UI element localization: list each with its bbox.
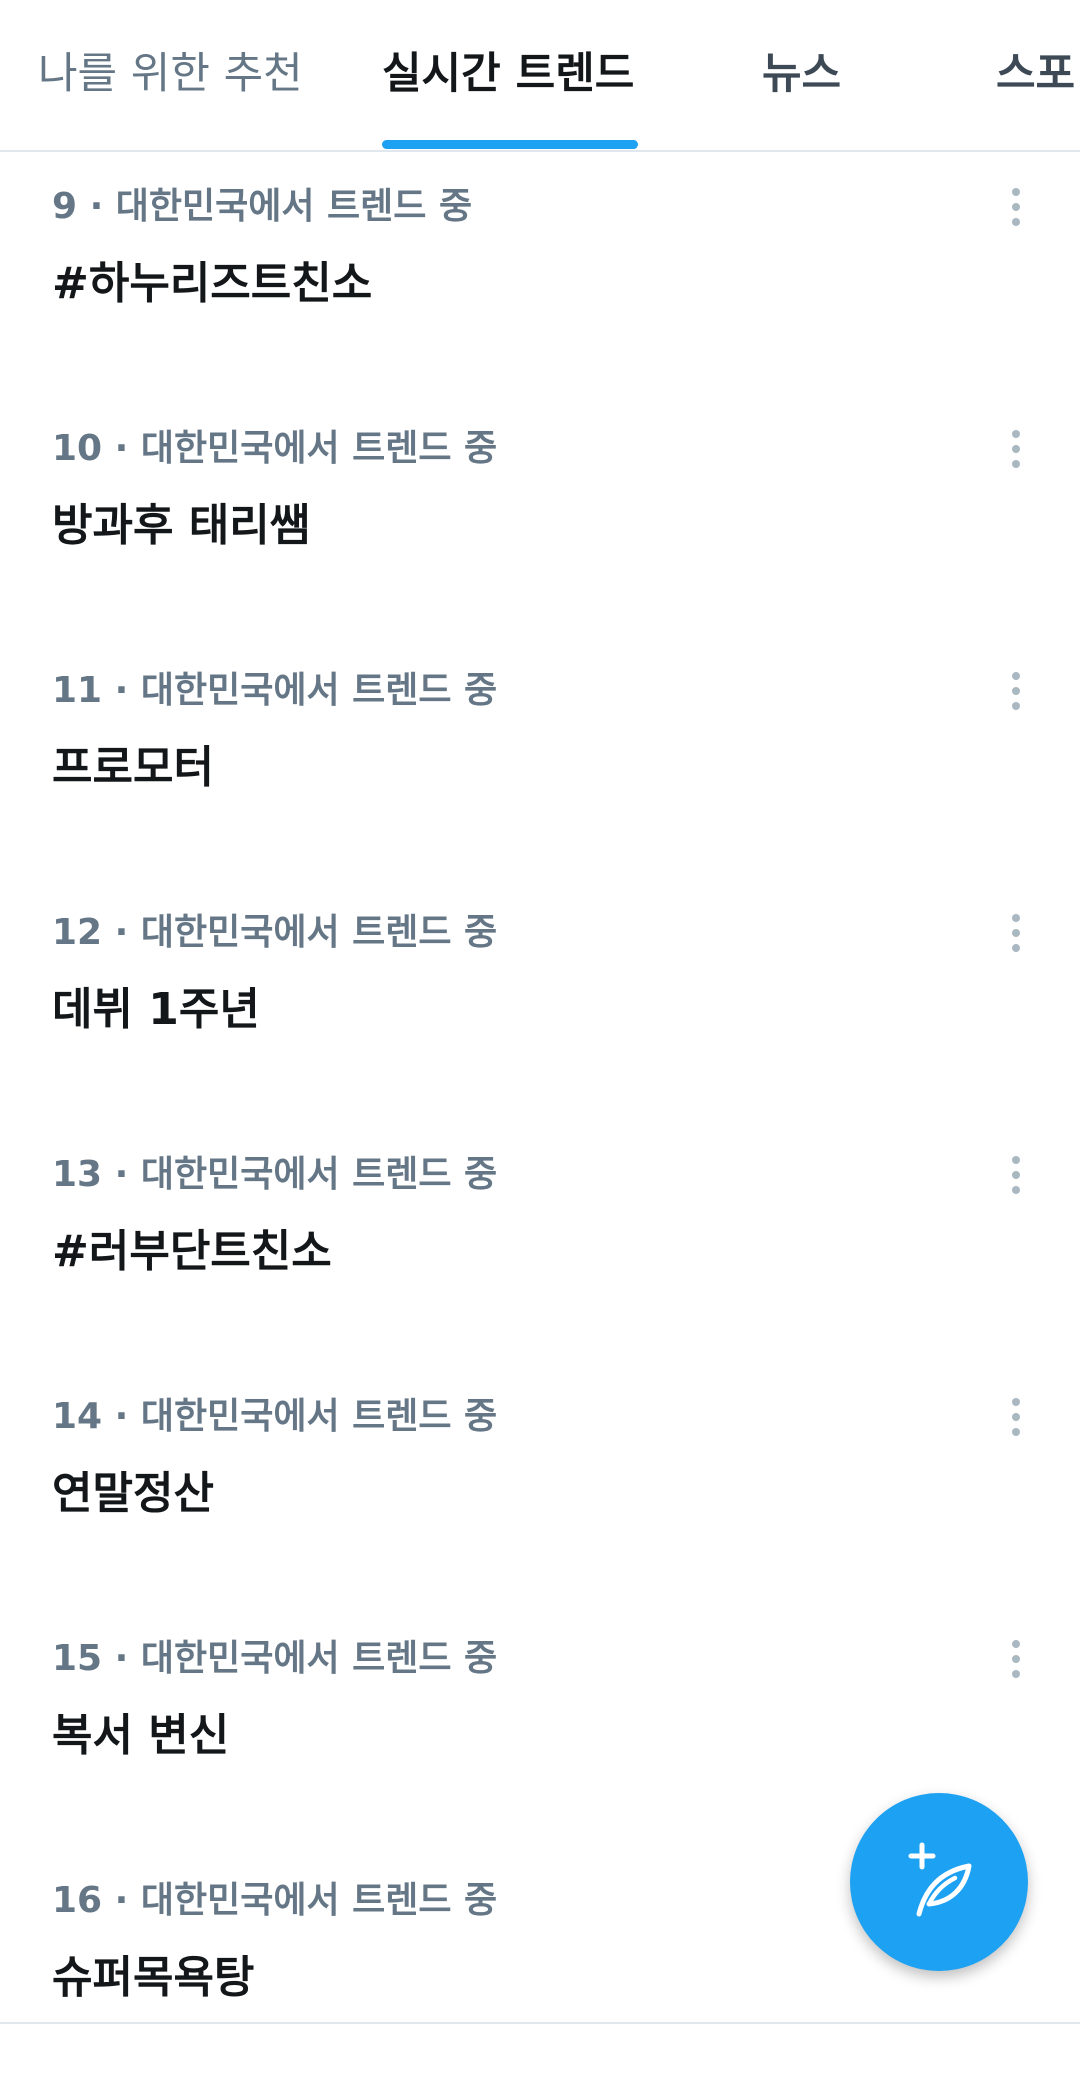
trend-name: 복서 변신 [52, 1710, 230, 1761]
trend-name: 슈퍼목욕탕 [52, 1952, 255, 2003]
trend-name: 방과후 태리쌤 [52, 500, 311, 551]
bottom-divider [0, 2022, 1080, 2024]
tab-bar: 나를 위한 추천 실시간 트렌드 뉴스 스포 [0, 0, 1080, 152]
trend-name: 프로모터 [52, 742, 214, 793]
more-vertical-icon[interactable] [996, 182, 1036, 232]
trend-meta: 9 · 대한민국에서 트렌드 중 [52, 186, 473, 227]
more-vertical-icon[interactable] [996, 666, 1036, 716]
more-vertical-icon[interactable] [996, 908, 1036, 958]
trend-name: 연말정산 [52, 1468, 214, 1519]
trend-meta: 11 · 대한민국에서 트렌드 중 [52, 670, 498, 711]
compose-tweet-button[interactable] [850, 1793, 1028, 1971]
trend-item[interactable]: 14 · 대한민국에서 트렌드 중 연말정산 [0, 1362, 1080, 1604]
compose-tweet-icon [908, 1842, 972, 1917]
more-vertical-icon[interactable] [996, 1392, 1036, 1442]
trend-meta: 14 · 대한민국에서 트렌드 중 [52, 1396, 498, 1437]
trend-meta: 12 · 대한민국에서 트렌드 중 [52, 912, 498, 953]
trend-meta: 15 · 대한민국에서 트렌드 중 [52, 1638, 498, 1679]
trend-meta: 10 · 대한민국에서 트렌드 중 [52, 428, 498, 469]
trend-name: 데뷔 1주년 [52, 984, 260, 1035]
tab-sports[interactable]: 스포 [996, 44, 1075, 104]
trend-item[interactable]: 13 · 대한민국에서 트렌드 중 #러부단트친소 [0, 1120, 1080, 1362]
more-vertical-icon[interactable] [996, 1150, 1036, 1200]
tab-news[interactable]: 뉴스 [762, 44, 841, 104]
trend-name: #하누리즈트친소 [52, 258, 373, 309]
more-vertical-icon[interactable] [996, 1634, 1036, 1684]
trend-item[interactable]: 10 · 대한민국에서 트렌드 중 방과후 태리쌤 [0, 394, 1080, 636]
trend-item[interactable]: 9 · 대한민국에서 트렌드 중 #하누리즈트친소 [0, 152, 1080, 394]
trend-item[interactable]: 11 · 대한민국에서 트렌드 중 프로모터 [0, 636, 1080, 878]
trend-meta: 13 · 대한민국에서 트렌드 중 [52, 1154, 498, 1195]
active-tab-indicator [382, 140, 638, 149]
more-vertical-icon[interactable] [996, 424, 1036, 474]
trend-meta: 16 · 대한민국에서 트렌드 중 [52, 1880, 498, 1921]
tab-trending[interactable]: 실시간 트렌드 [382, 44, 634, 104]
tab-for-you[interactable]: 나를 위한 추천 [38, 44, 303, 104]
trend-item[interactable]: 12 · 대한민국에서 트렌드 중 데뷔 1주년 [0, 878, 1080, 1120]
trend-name: #러부단트친소 [52, 1226, 332, 1277]
